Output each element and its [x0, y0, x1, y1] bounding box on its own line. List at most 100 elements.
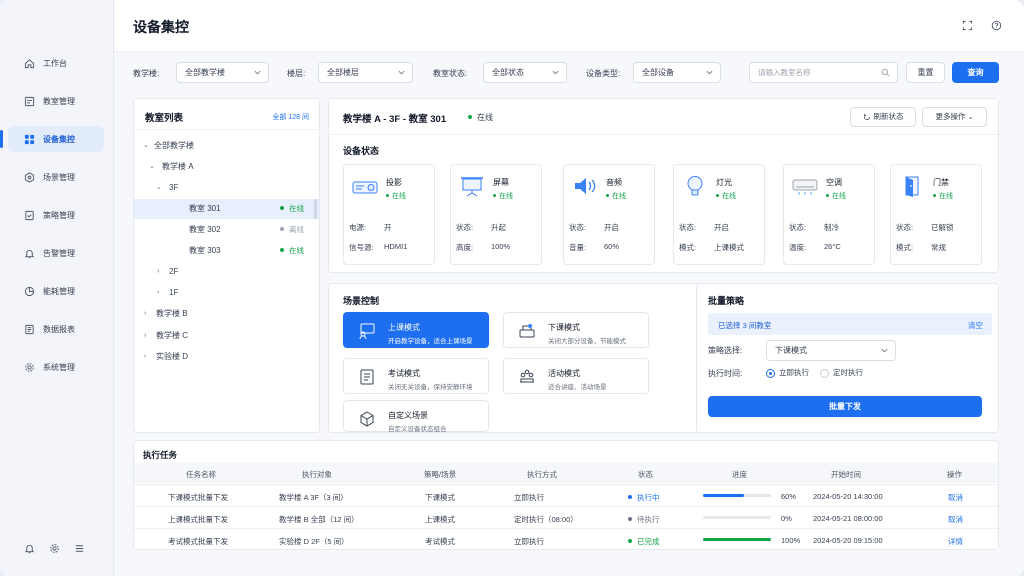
sidebar-item-device-control[interactable]: 设备集控	[0, 126, 104, 152]
task-table-panel: 执行任务 任务名称 执行对象 策略/场景 执行方式 状态 进度 开始时间 操作 …	[133, 440, 1000, 550]
search-icon	[881, 68, 890, 77]
scene-card-custom[interactable]: 自定义场景 自定义设备状态组合	[343, 400, 489, 433]
status-select[interactable]: 全部状态	[483, 62, 567, 83]
tree-node-floor-2f[interactable]: › 2F	[134, 262, 319, 282]
tree-node-building-d[interactable]: › 实验楼 D	[134, 347, 319, 367]
device-attr-2: 高度: 100%	[456, 242, 511, 252]
sidebar-item-energy[interactable]: 能耗管理	[8, 278, 104, 304]
policy-icon	[25, 210, 34, 220]
radio-unchecked	[820, 368, 829, 378]
status-select-value: 全部状态	[492, 68, 524, 77]
exec-time-label: 执行时间:	[708, 369, 743, 378]
device-card-door[interactable]: 门禁 在线 状态: 已解锁 模式: 常规	[890, 164, 982, 265]
tree-node-all-buildings[interactable]: ⌄ 全部教学楼	[134, 136, 319, 156]
gear-icon[interactable]	[49, 543, 60, 554]
sidebar-bottom-tools	[24, 543, 85, 554]
page-title: 设备集控	[133, 19, 189, 35]
device-card-light[interactable]: 灯光 在线 状态: 开启 模式: 上课模式	[673, 164, 765, 265]
column-header: 进度	[732, 470, 747, 479]
bell-icon[interactable]	[24, 543, 35, 554]
scene-name: 考试模式	[388, 369, 420, 378]
building-filter-label: 教学楼:	[133, 69, 160, 78]
help-icon[interactable]	[991, 20, 1002, 31]
task-status: 执行中	[628, 492, 660, 503]
task-policy: 上课模式	[425, 515, 455, 524]
scene-desc: 开启教学设备，适合上课场景	[388, 338, 473, 345]
selected-rooms-text: 已选择 3 间教室	[718, 321, 772, 330]
device-name: 灯光	[716, 178, 732, 187]
task-action-link[interactable]: 详情	[948, 536, 963, 547]
bell-icon	[24, 249, 35, 258]
screen-icon	[461, 177, 483, 197]
gear-icon	[25, 362, 34, 372]
sidebar-item-report[interactable]: 数据报表	[8, 316, 104, 342]
floor-select[interactable]: 全部楼层	[318, 62, 413, 83]
speaker-icon	[575, 178, 596, 194]
tree-node-building-a[interactable]: ⌄ 教学楼 A	[134, 157, 319, 177]
device-status: 在线	[493, 191, 513, 201]
sidebar-item-label: 场景管理	[43, 172, 75, 182]
task-target: 实验楼 D 2F（5 间）	[279, 537, 349, 546]
scene-name: 下课模式	[548, 323, 580, 332]
device-name: 投影	[386, 178, 402, 187]
tree-node-label: 3F	[169, 183, 179, 192]
sidebar-item-scene[interactable]: 场景管理	[8, 164, 104, 190]
chevron-down-icon: ⌄	[156, 184, 162, 191]
scene-card-break[interactable]: 下课模式 关闭大部分设备，节能模式	[503, 312, 649, 348]
more-actions-button[interactable]: 更多操作 ⌄	[922, 107, 987, 127]
chevron-down-icon	[398, 70, 405, 75]
sidebar-item-workbench[interactable]: 工作台	[8, 50, 104, 76]
sidebar-nav: 工作台 教室管理 设备集控 场景管理 策略管理 告警管理 能耗管理 数据报表 系…	[0, 50, 104, 392]
progress-bar	[703, 516, 771, 519]
device-name: 屏幕	[493, 178, 509, 187]
tree-node-label: 教学楼 A	[162, 162, 194, 171]
task-start-time: 2024-05-20 09:15:00	[813, 536, 883, 545]
policy-select-label: 策略选择:	[708, 346, 743, 355]
batch-submit-button[interactable]: 批量下发	[708, 396, 982, 417]
task-action-link[interactable]: 取消	[948, 514, 963, 525]
scene-card-exam[interactable]: 考试模式 关闭无关设备，保持安静环境	[343, 358, 489, 394]
clear-selection-link[interactable]: 清空	[968, 320, 983, 331]
device-card-aircon[interactable]: 空调 在线 状态: 制冷 温度: 26°C	[783, 164, 875, 265]
device-card-screen[interactable]: 屏幕 在线 状态: 升起 高度: 100%	[450, 164, 542, 265]
column-header: 执行方式	[527, 470, 557, 479]
reset-button[interactable]: 重置	[906, 62, 945, 83]
status-dot	[628, 517, 632, 522]
sidebar-item-classroom[interactable]: 教室管理	[8, 88, 104, 114]
classroom-icon	[24, 96, 35, 106]
device-card-projector[interactable]: 投影 在线 电源: 开 信号源: HDMI1	[343, 164, 435, 265]
scene-control-title: 场景控制	[343, 296, 380, 306]
tree-node-building-c[interactable]: › 教学楼 C	[134, 326, 319, 346]
task-action-link[interactable]: 取消	[948, 492, 963, 503]
search-input[interactable]: 请输入教室名称	[749, 62, 898, 83]
cube-icon	[360, 411, 374, 427]
tree-node-floor-1f[interactable]: › 1F	[134, 283, 319, 303]
exec-timed-radio[interactable]: 定时执行	[820, 367, 863, 378]
tree-node-label: 教学楼 C	[156, 331, 188, 340]
query-button[interactable]: 查询	[952, 62, 999, 83]
tree-node-building-b[interactable]: › 教学楼 B	[134, 304, 319, 324]
sidebar-item-label: 告警管理	[43, 248, 75, 258]
tree-node-room-303[interactable]: 教室 303 在线	[134, 241, 319, 261]
fullscreen-icon[interactable]	[962, 20, 973, 31]
device-attr-2: 模式: 常规	[896, 243, 946, 252]
type-select[interactable]: 全部设备	[633, 62, 721, 83]
sidebar-item-policy[interactable]: 策略管理	[8, 202, 104, 228]
tree-node-floor-3f[interactable]: ⌄ 3F	[134, 178, 319, 198]
sidebar-item-alarm[interactable]: 告警管理	[8, 240, 104, 266]
search-placeholder: 请输入教室名称	[758, 68, 811, 77]
exec-now-radio[interactable]: 立即执行	[766, 367, 809, 378]
tree-node-room-302[interactable]: 教室 302 离线	[134, 220, 319, 240]
tree-node-room-301[interactable]: 教室 301 在线	[134, 199, 319, 219]
device-card-audio[interactable]: 音频 在线 状态: 开启 音量: 60%	[563, 164, 655, 265]
tree-scrollbar[interactable]	[314, 199, 317, 219]
refresh-status-button[interactable]: 刷新状态	[850, 107, 916, 127]
policy-select[interactable]: 下课模式	[766, 340, 896, 361]
menu-icon[interactable]	[74, 543, 85, 554]
building-select[interactable]: 全部教学楼	[176, 62, 269, 83]
scene-card-activity[interactable]: 活动模式 适合讲座、活动场景	[503, 358, 649, 394]
sidebar-item-system[interactable]: 系统管理	[8, 354, 104, 380]
chevron-right-icon: ›	[144, 353, 147, 360]
column-header: 策略/场景	[424, 470, 457, 479]
scene-card-class[interactable]: 上课模式 开启教学设备，适合上课场景	[343, 312, 489, 348]
